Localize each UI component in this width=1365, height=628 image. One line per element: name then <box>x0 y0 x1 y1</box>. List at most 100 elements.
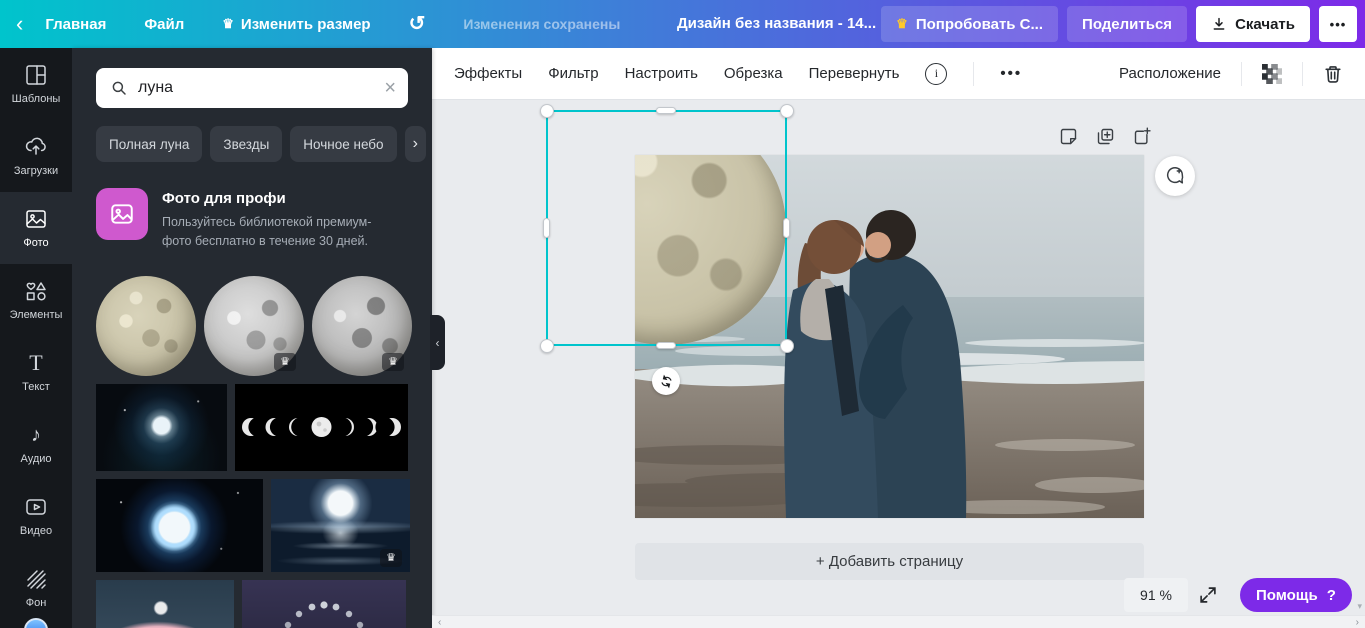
resize-handle-e[interactable] <box>783 218 790 238</box>
top-bar: ‹ Главная Файл ♛ Изменить размер ↺ Измен… <box>0 0 1365 48</box>
download-label: Скачать <box>1235 16 1295 33</box>
crown-icon: ♛ <box>896 16 908 32</box>
undo-icon[interactable]: ↺ <box>409 14 426 34</box>
filter-button[interactable]: Фильтр <box>548 65 598 82</box>
chip-night-sky[interactable]: Ночное небо <box>290 126 396 162</box>
sidebar-item-templates[interactable]: Шаблоны <box>0 48 72 120</box>
menu-file[interactable]: Файл <box>144 16 184 33</box>
sidebar-item-label: Аудио <box>20 453 51 465</box>
search-input[interactable] <box>138 79 384 97</box>
sidebar-item-label: Загрузки <box>14 165 58 177</box>
panel-collapse-button[interactable]: ‹ <box>430 315 445 370</box>
resize-label: Изменить размер <box>241 16 371 33</box>
scroll-left-icon[interactable]: ‹ <box>438 617 441 628</box>
toolbar-more-icon[interactable]: ••• <box>1000 65 1022 82</box>
sidebar-item-uploads[interactable]: Загрузки <box>0 120 72 192</box>
delete-button[interactable] <box>1323 64 1343 84</box>
photo-result[interactable]: ♛ <box>312 276 412 376</box>
add-page-icon-button[interactable] <box>1132 126 1153 147</box>
resize-handle-n[interactable] <box>656 107 676 114</box>
photo-result[interactable] <box>242 580 406 628</box>
try-pro-button[interactable]: ♛ Попробовать С... <box>881 6 1058 42</box>
back-icon[interactable]: ‹ <box>16 13 23 35</box>
photo-result[interactable] <box>96 384 227 471</box>
resize-button[interactable]: ♛ Изменить размер <box>222 16 370 33</box>
rotate-icon <box>659 374 674 389</box>
templates-icon <box>24 63 48 87</box>
sidebar-item-elements[interactable]: Элементы <box>0 264 72 336</box>
pro-photos-promo[interactable]: Фото для профи Пользуйтесь библиотекой п… <box>96 188 408 251</box>
search-box: × <box>96 68 408 108</box>
transparency-button[interactable] <box>1262 64 1282 84</box>
duplicate-page-button[interactable] <box>1095 126 1116 147</box>
video-icon <box>24 495 48 519</box>
canvas-area[interactable]: + Добавить страницу 91 % Помощь ? ‹ › ▾ <box>432 100 1365 628</box>
resize-handle-nw[interactable] <box>540 104 554 118</box>
menu-home[interactable]: Главная <box>45 16 106 33</box>
photo-result[interactable]: ♛ <box>271 479 410 572</box>
flip-button[interactable]: Перевернуть <box>809 65 900 82</box>
notes-icon <box>1058 126 1079 147</box>
moon-arc-image <box>242 580 406 628</box>
scroll-right-icon[interactable]: › <box>1356 617 1359 628</box>
sidebar-item-background[interactable]: Фон <box>0 552 72 624</box>
sidebar-item-video[interactable]: Видео <box>0 480 72 552</box>
premium-crown-icon: ♛ <box>382 353 404 371</box>
photo-result[interactable] <box>96 580 234 628</box>
add-comment-button[interactable] <box>1155 156 1195 196</box>
sidebar-item-label: Фото <box>23 237 48 249</box>
search-icon <box>110 79 128 97</box>
adjust-button[interactable]: Настроить <box>625 65 698 82</box>
sidebar-item-label: Видео <box>20 525 52 537</box>
photo-result[interactable] <box>96 479 263 572</box>
photo-result[interactable] <box>235 384 408 471</box>
sidebar-item-photos[interactable]: Фото <box>0 192 72 264</box>
chip-full-moon[interactable]: Полная луна <box>96 126 202 162</box>
resize-handle-s[interactable] <box>656 342 676 349</box>
notes-button[interactable] <box>1058 126 1079 147</box>
search-results-grid: ♛ ♛ <box>96 276 408 628</box>
crop-button[interactable]: Обрезка <box>724 65 783 82</box>
resize-handle-sw[interactable] <box>540 339 554 353</box>
resize-handle-se[interactable] <box>780 339 794 353</box>
sidebar-item-text[interactable]: T Текст <box>0 336 72 408</box>
sidebar-item-audio[interactable]: ♪ Аудио <box>0 408 72 480</box>
elements-icon <box>24 279 48 303</box>
position-button[interactable]: Расположение <box>1119 65 1221 82</box>
resize-handle-ne[interactable] <box>780 104 794 118</box>
photo-result[interactable] <box>96 276 196 376</box>
effects-button[interactable]: Эффекты <box>454 65 522 82</box>
sidebar-item-label: Фон <box>26 597 47 609</box>
help-button[interactable]: Помощь ? <box>1240 578 1352 612</box>
upload-cloud-icon <box>24 135 48 159</box>
photo-icon <box>24 207 48 231</box>
info-icon[interactable]: i <box>925 63 947 85</box>
fullscreen-button[interactable] <box>1197 584 1219 606</box>
save-status: Изменения сохранены <box>463 16 620 32</box>
toolbar-divider <box>1302 62 1303 86</box>
suggestion-chips: Полная луна Звезды Ночное небо › <box>96 126 408 162</box>
background-stripes-icon <box>24 567 48 591</box>
premium-crown-icon: ♛ <box>274 353 296 371</box>
zoom-level[interactable]: 91 % <box>1124 578 1188 612</box>
photo-result[interactable]: ♛ <box>204 276 304 376</box>
add-page-button[interactable]: + Добавить страницу <box>635 543 1144 580</box>
rotate-handle[interactable] <box>652 367 680 395</box>
horizontal-scrollbar[interactable]: ‹ › <box>432 615 1365 628</box>
expand-arrows-icon <box>1197 584 1219 606</box>
chips-more-icon[interactable]: › <box>405 126 426 162</box>
document-title[interactable]: Дизайн без названия - 14... <box>677 0 876 48</box>
resize-handle-w[interactable] <box>543 218 550 238</box>
share-button[interactable]: Поделиться <box>1067 6 1187 42</box>
text-icon: T <box>24 351 48 375</box>
more-options-button[interactable]: ••• <box>1319 6 1357 42</box>
download-button[interactable]: Скачать <box>1196 6 1310 42</box>
scroll-down-icon[interactable]: ▾ <box>1357 601 1362 612</box>
design-page[interactable] <box>635 155 1144 518</box>
sidebar-item-label: Шаблоны <box>12 93 61 105</box>
clear-search-icon[interactable]: × <box>384 78 396 98</box>
transparency-checker-icon <box>1262 64 1282 84</box>
duplicate-page-icon <box>1095 126 1116 147</box>
chip-stars[interactable]: Звезды <box>210 126 282 162</box>
audio-note-icon: ♪ <box>24 423 48 447</box>
